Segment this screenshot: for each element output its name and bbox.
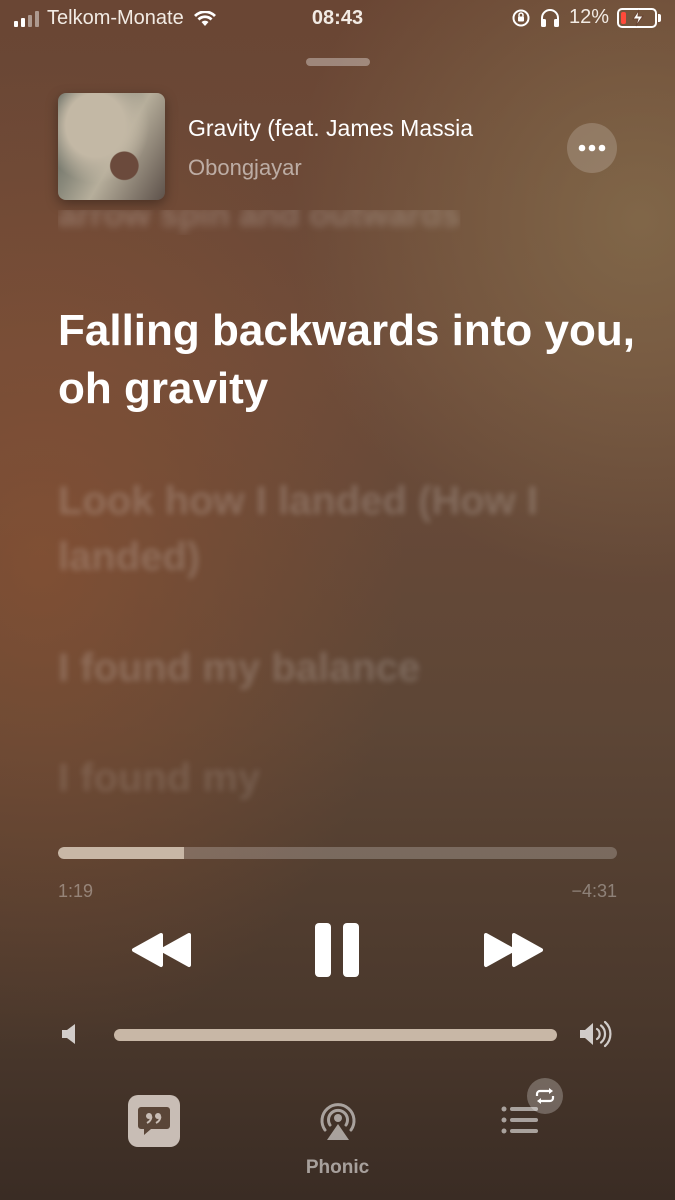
lyric-line-previous[interactable]: arrow spin and outwards [58,210,460,235]
headphones-icon [540,8,559,27]
artist-name[interactable]: Obongjayar [188,155,302,181]
song-title[interactable]: Gravity (feat. James Massia [188,115,523,142]
repeat-icon [535,1088,555,1104]
orientation-lock-icon [512,9,530,26]
playback-scrubber[interactable] [58,847,617,859]
airplay-audio-icon [320,1103,356,1140]
pause-icon [315,923,359,977]
lyric-line-upcoming[interactable]: I found my [58,750,638,806]
fast-forward-button[interactable] [481,922,545,978]
airplay-device-label[interactable]: Phonic [0,1157,675,1179]
airplay-button[interactable] [313,1098,363,1147]
playback-progress-fill [58,847,185,859]
pause-button[interactable] [312,922,362,978]
battery-percent: 12% [568,6,609,28]
lyrics-toggle-button[interactable] [128,1095,180,1147]
lyric-line-upcoming[interactable]: I found my balance [58,640,638,696]
fast-forward-icon [484,933,543,967]
battery-icon [617,7,657,28]
volume-slider[interactable] [114,1029,557,1041]
ellipsis-icon [578,144,606,152]
sheet-grabber[interactable] [306,58,370,66]
rewind-icon [132,933,191,967]
volume-low-icon [62,1024,75,1044]
album-artwork[interactable] [58,93,165,200]
status-bar: Telkom-Monate 08:43 12% [0,0,675,38]
elapsed-time: 1:19 [58,881,94,901]
lyric-line-current[interactable]: Falling backwards into you, oh gravity [58,302,638,418]
rewind-button[interactable] [130,922,194,978]
volume-high-icon [580,1020,612,1048]
lyrics-quote-bubble-icon [138,1107,170,1135]
lyric-line-upcoming[interactable]: Look how I landed (How I landed) [58,473,638,585]
more-options-button[interactable] [567,123,617,173]
remaining-time: −4:31 [571,881,617,901]
volume-level-fill [114,1029,557,1041]
repeat-badge[interactable] [527,1078,563,1114]
charging-bolt-icon [632,9,644,26]
